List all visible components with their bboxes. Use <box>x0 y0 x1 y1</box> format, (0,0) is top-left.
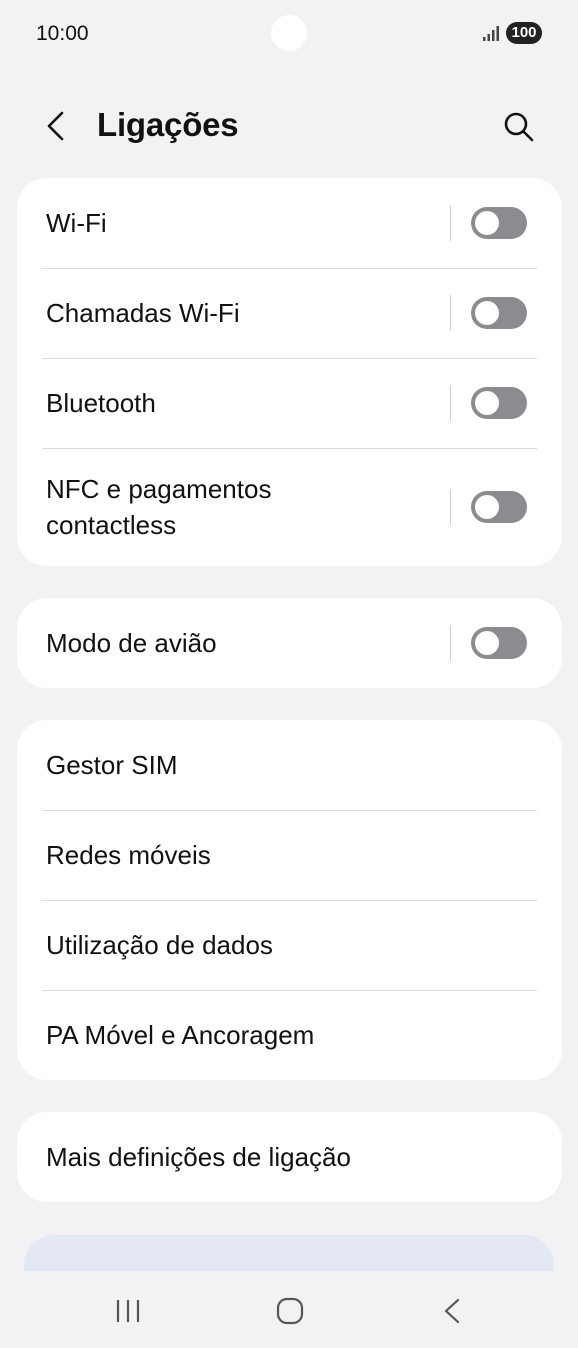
back-arrow-icon[interactable] <box>38 108 74 144</box>
divider <box>450 205 451 241</box>
data-usage-label: Utilização de dados <box>46 930 273 960</box>
nfc-row[interactable]: NFC e pagamentos contactless <box>17 448 562 566</box>
toggle-knob <box>475 211 499 235</box>
wifi-calling-row[interactable]: Chamadas Wi-Fi <box>17 268 562 358</box>
more-connection-settings-label: Mais definições de ligação <box>46 1142 351 1172</box>
suggestion-card-peek[interactable] <box>24 1235 554 1271</box>
wifi-calling-label: Chamadas Wi-Fi <box>46 298 240 328</box>
airplane-mode-row[interactable]: Modo de avião <box>17 598 562 688</box>
wifi-label: Wi-Fi <box>46 208 107 238</box>
wifi-calling-toggle[interactable] <box>471 297 527 329</box>
hotspot-tethering-row[interactable]: PA Móvel e Ancoragem <box>17 990 562 1080</box>
wifi-toggle[interactable] <box>471 207 527 239</box>
signal-icon <box>483 26 499 41</box>
navigation-bar <box>0 1272 578 1348</box>
wifi-row[interactable]: Wi-Fi <box>17 178 562 268</box>
connections-toggles-group: Wi-Fi Chamadas Wi-Fi Bluetooth NFC e pag… <box>17 178 562 566</box>
bluetooth-row[interactable]: Bluetooth <box>17 358 562 448</box>
toggle-knob <box>475 495 499 519</box>
bluetooth-toggle[interactable] <box>471 387 527 419</box>
recents-icon[interactable] <box>114 1298 142 1324</box>
more-settings-group: Mais definições de ligação <box>17 1112 562 1202</box>
sim-networks-group: Gestor SIM Redes móveis Utilização de da… <box>17 720 562 1080</box>
toggle-knob <box>475 301 499 325</box>
divider <box>450 625 451 661</box>
mobile-networks-label: Redes móveis <box>46 840 211 870</box>
divider <box>450 385 451 421</box>
sim-manager-row[interactable]: Gestor SIM <box>17 720 562 810</box>
sim-manager-label: Gestor SIM <box>46 750 178 780</box>
app-header: Ligações <box>0 92 578 162</box>
divider <box>450 489 451 525</box>
airplane-mode-toggle[interactable] <box>471 627 527 659</box>
more-connection-settings-row[interactable]: Mais definições de ligação <box>17 1112 562 1202</box>
airplane-mode-group: Modo de avião <box>17 598 562 688</box>
search-icon[interactable] <box>500 108 538 146</box>
back-icon[interactable] <box>440 1297 464 1325</box>
home-icon[interactable] <box>276 1297 304 1325</box>
data-usage-row[interactable]: Utilização de dados <box>17 900 562 990</box>
toggle-knob <box>475 391 499 415</box>
divider <box>450 295 451 331</box>
page-title: Ligações <box>97 106 239 143</box>
mobile-networks-row[interactable]: Redes móveis <box>17 810 562 900</box>
nfc-label: NFC e pagamentos contactless <box>46 474 272 540</box>
airplane-mode-label: Modo de avião <box>46 628 217 658</box>
nfc-toggle[interactable] <box>471 491 527 523</box>
bluetooth-label: Bluetooth <box>46 388 156 418</box>
hotspot-tethering-label: PA Móvel e Ancoragem <box>46 1020 315 1050</box>
toggle-knob <box>475 631 499 655</box>
battery-icon: 100 <box>506 22 542 44</box>
camera-cutout <box>271 15 307 51</box>
status-time: 10:00 <box>36 22 89 45</box>
status-bar: 10:00 100 <box>0 0 578 70</box>
